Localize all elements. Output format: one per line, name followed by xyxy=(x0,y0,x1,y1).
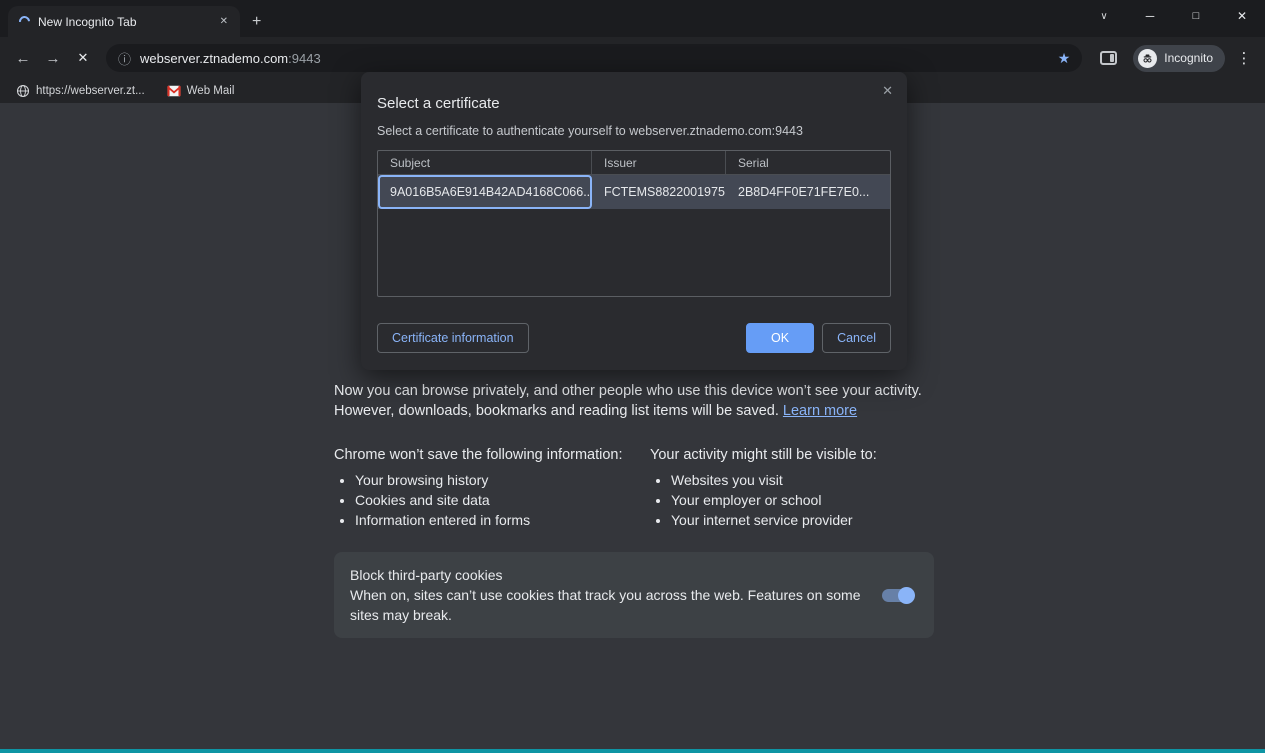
tab-title: New Incognito Tab xyxy=(38,15,208,29)
column-header-issuer: Issuer xyxy=(592,151,726,174)
mail-icon xyxy=(167,85,181,97)
list-item: Cookies and site data xyxy=(355,490,650,510)
block-cookies-toggle[interactable] xyxy=(882,589,912,602)
window-minimize-icon[interactable]: ─ xyxy=(1127,0,1173,32)
list-item: Websites you visit xyxy=(671,470,877,490)
block-cookies-card: Block third-party cookies When on, sites… xyxy=(334,552,934,638)
bookmark-item-webserver[interactable]: https://webserver.zt... xyxy=(10,81,151,101)
tab-close-icon[interactable]: ✕ xyxy=(216,14,232,29)
browser-window: New Incognito Tab ✕ + ∨ ─ □ ✕ ← → ✕ ⓘ we… xyxy=(0,0,1265,753)
new-tab-button[interactable]: + xyxy=(240,6,273,37)
learn-more-link[interactable]: Learn more xyxy=(783,403,857,419)
screen-edge-accent xyxy=(0,749,1265,753)
url-port: :9443 xyxy=(288,51,321,66)
list-item: Your browsing history xyxy=(355,470,650,490)
cell-issuer: FCTEMS8822001975 xyxy=(592,175,726,209)
intro-paragraph: Now you can browse privately, and other … xyxy=(334,381,954,421)
back-button[interactable]: ← xyxy=(8,43,38,73)
wont-save-list: Your browsing history Cookies and site d… xyxy=(334,470,650,530)
column-header-subject: Subject xyxy=(378,151,592,174)
incognito-label: Incognito xyxy=(1164,51,1213,65)
block-cookies-title: Block third-party cookies xyxy=(350,565,868,585)
bookmark-label: https://webserver.zt... xyxy=(36,85,145,97)
window-chevron-icon[interactable]: ∨ xyxy=(1081,0,1127,32)
wont-save-heading: Chrome won’t save the following informat… xyxy=(334,445,650,465)
dialog-subtitle: Select a certificate to authenticate you… xyxy=(377,123,891,139)
table-header-row: Subject Issuer Serial xyxy=(378,151,890,175)
intro-line-2: However, downloads, bookmarks and readin… xyxy=(334,403,779,419)
incognito-icon xyxy=(1138,49,1157,68)
side-panel-icon[interactable] xyxy=(1100,51,1117,65)
info-columns: Chrome won’t save the following informat… xyxy=(334,445,954,530)
incognito-profile-badge[interactable]: Incognito xyxy=(1133,45,1225,72)
visible-to-list: Websites you visit Your employer or scho… xyxy=(650,470,877,530)
cell-subject[interactable]: 9A016B5A6E914B42AD4168C066... xyxy=(378,175,592,209)
cancel-button[interactable]: Cancel xyxy=(822,323,891,353)
toggle-knob xyxy=(898,587,915,604)
certificate-information-button[interactable]: Certificate information xyxy=(377,323,529,353)
dialog-close-icon[interactable]: ✕ xyxy=(882,83,893,99)
cell-serial: 2B8D4FF0E71FE7E0... xyxy=(726,175,890,209)
dialog-actions: Certificate information OK Cancel xyxy=(377,323,891,353)
certificate-dialog: ✕ Select a certificate Select a certific… xyxy=(361,72,907,370)
wont-save-column: Chrome won’t save the following informat… xyxy=(334,445,650,530)
tab-new-incognito[interactable]: New Incognito Tab ✕ xyxy=(8,6,240,37)
globe-icon xyxy=(16,84,30,98)
stop-loading-button[interactable]: ✕ xyxy=(68,43,98,73)
loading-spinner-icon xyxy=(17,14,32,29)
list-item: Your employer or school xyxy=(671,490,877,510)
tab-strip: New Incognito Tab ✕ + ∨ ─ □ ✕ xyxy=(0,0,1265,37)
certificate-table: Subject Issuer Serial 9A016B5A6E914B42AD… xyxy=(377,150,891,297)
url-text: webserver.ztnademo.com:9443 xyxy=(140,51,1049,66)
address-bar[interactable]: ⓘ webserver.ztnademo.com:9443 ★ xyxy=(106,44,1082,72)
window-controls: ∨ ─ □ ✕ xyxy=(1081,0,1265,32)
bookmark-label: Web Mail xyxy=(187,85,235,97)
list-item: Information entered in forms xyxy=(355,510,650,530)
table-empty-area xyxy=(378,209,890,296)
window-close-icon[interactable]: ✕ xyxy=(1219,0,1265,32)
bookmark-item-webmail[interactable]: Web Mail xyxy=(161,81,241,101)
block-cookies-description: When on, sites can’t use cookies that tr… xyxy=(350,585,862,625)
dialog-title: Select a certificate xyxy=(377,94,891,114)
forward-button[interactable]: → xyxy=(38,43,68,73)
visible-to-heading: Your activity might still be visible to: xyxy=(650,445,877,465)
bookmark-star-icon[interactable]: ★ xyxy=(1058,50,1071,67)
menu-icon[interactable]: ⋮ xyxy=(1231,49,1257,67)
url-host: webserver.ztnademo.com xyxy=(140,51,288,66)
certificate-row-selected[interactable]: 9A016B5A6E914B42AD4168C066... FCTEMS8822… xyxy=(378,175,890,209)
window-maximize-icon[interactable]: □ xyxy=(1173,0,1219,32)
intro-line-1: Now you can browse privately, and other … xyxy=(334,381,954,401)
site-info-icon[interactable]: ⓘ xyxy=(118,49,131,68)
visible-to-column: Your activity might still be visible to:… xyxy=(650,445,877,530)
ok-button[interactable]: OK xyxy=(746,323,814,353)
incognito-content: Now you can browse privately, and other … xyxy=(334,381,954,638)
column-header-serial: Serial xyxy=(726,151,890,174)
list-item: Your internet service provider xyxy=(671,510,877,530)
